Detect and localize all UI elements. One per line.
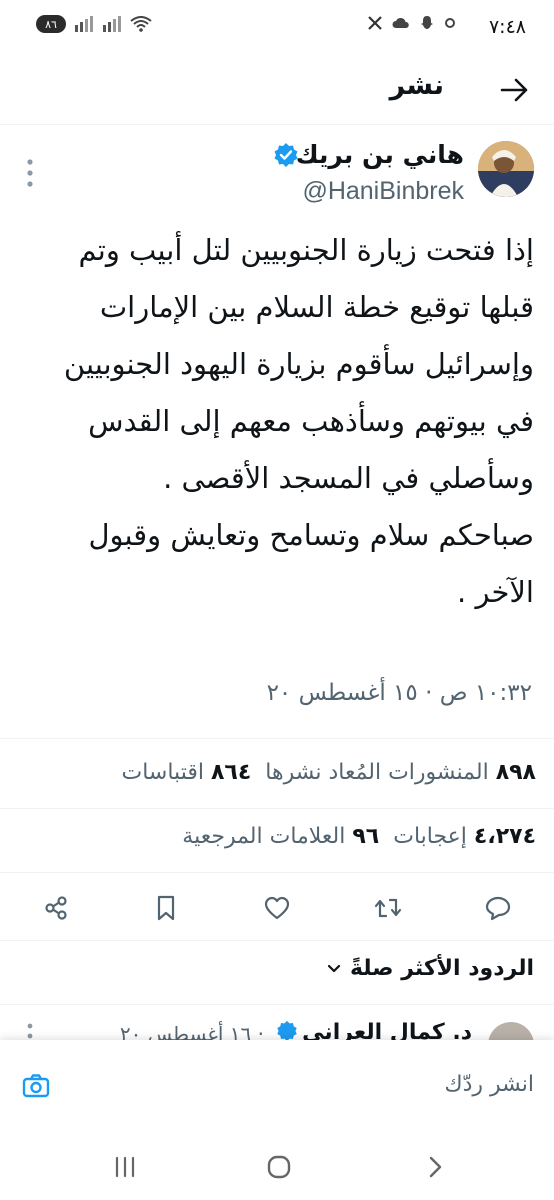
bookmarks-label: العلامات المرجعية	[182, 824, 346, 849]
recent-apps-button[interactable]	[108, 1150, 142, 1184]
reply-sort-label: الردود الأكثر صلةً	[349, 956, 534, 981]
tweet-actions	[0, 886, 554, 930]
tweet-line: في بيوتهم وسأذهب معهم إلى القدس	[88, 404, 534, 438]
back-chevron-icon	[429, 1156, 442, 1178]
like-button[interactable]	[255, 886, 299, 930]
author-avatar[interactable]	[478, 141, 534, 197]
quotes-stat[interactable]: ٨٦٤ اقتباسات	[122, 760, 252, 785]
likes-stat[interactable]: ٤،٢٧٤ إعجابات	[393, 824, 536, 849]
home-icon	[267, 1155, 291, 1179]
status-system-icons: ٨٦	[36, 15, 152, 33]
reply-input[interactable]: انشر ردّك	[444, 1072, 534, 1097]
camera-icon[interactable]	[20, 1070, 52, 1102]
divider	[0, 738, 554, 739]
author-name[interactable]: هاني بن بريك	[296, 140, 464, 169]
battery-icon: ٨٦	[36, 15, 66, 33]
likes-count: ٤،٢٧٤	[473, 824, 536, 849]
tweet-line: وإسرائيل سأقوم بزيارة اليهود الجنوبيين	[63, 347, 534, 381]
status-notification-icons	[367, 15, 456, 31]
bookmarks-count: ٩٦	[352, 824, 380, 849]
bookmark-button[interactable]	[144, 886, 188, 930]
reply-author-name[interactable]: د. كمال العراني	[302, 1020, 472, 1040]
more-options-icon[interactable]	[26, 1022, 34, 1040]
quotes-count: ٨٦٤	[210, 760, 252, 785]
divider	[0, 808, 554, 809]
ring-icon	[445, 18, 455, 28]
tweet-line: الآخر .	[457, 575, 534, 609]
tweet-line: صباحكم سلام وتسامح وتعايش وقبول	[88, 518, 534, 552]
share-button[interactable]	[34, 886, 78, 930]
reposts-label: المنشورات المُعاد نشرها	[265, 760, 489, 785]
avatar-image	[478, 141, 534, 197]
stats-row-shares: ٨٩٨ المنشورات المُعاد نشرها ٨٦٤ اقتباسات	[122, 760, 537, 785]
status-time: ٧:٤٨	[488, 16, 526, 38]
verified-badge-icon	[277, 1020, 297, 1040]
reply-button[interactable]	[476, 886, 520, 930]
more-options-icon[interactable]	[26, 158, 34, 188]
repost-button[interactable]	[366, 886, 410, 930]
heart-icon	[264, 896, 290, 920]
system-nav-bar	[0, 1132, 554, 1200]
reply-item[interactable]: د. كمال العراني · ١٦ أغسطس ٢٠	[0, 1012, 554, 1040]
tweet-line: إذا فتحت زيارة الجنوبيين لتل أبيب وتم	[78, 233, 534, 267]
back-arrow-icon[interactable]	[496, 72, 532, 108]
reply-icon	[485, 896, 511, 921]
cloud-icon	[392, 17, 409, 29]
tweet-line: قبلها توقيع خطة السلام بين الإمارات	[99, 290, 534, 324]
verified-badge-icon	[274, 143, 298, 167]
home-button[interactable]	[262, 1150, 296, 1184]
reply-meta: · ١٦ أغسطس ٢٠	[119, 1022, 264, 1040]
chevron-down-icon	[327, 964, 341, 972]
share-icon	[45, 896, 67, 920]
reposts-count: ٨٩٨	[495, 760, 536, 785]
divider	[0, 1004, 554, 1005]
repost-icon	[374, 898, 402, 918]
signal-secondary-icon	[103, 16, 121, 32]
reply-composer: انشر ردّك	[0, 1040, 554, 1132]
bookmarks-stat[interactable]: ٩٦ العلامات المرجعية	[182, 824, 379, 849]
x-logo-icon	[368, 16, 382, 30]
signal-icon	[75, 16, 93, 32]
reply-sort-dropdown[interactable]: الردود الأكثر صلةً	[326, 956, 534, 981]
status-bar: ٧:٤٨ ٨٦	[0, 0, 554, 58]
wifi-icon	[130, 16, 152, 32]
page-title: نشر	[389, 70, 444, 101]
author-handle[interactable]: @HaniBinbrek	[302, 177, 464, 206]
reply-avatar[interactable]	[488, 1022, 534, 1040]
bookmark-icon	[157, 895, 175, 921]
tweet-text: إذا فتحت زيارة الجنوبيين لتل أبيب وتم قب…	[24, 222, 534, 621]
divider	[0, 872, 554, 873]
stats-row-engagement: ٤،٢٧٤ إعجابات ٩٦ العلامات المرجعية	[182, 824, 536, 849]
divider	[0, 940, 554, 941]
snapchat-icon	[421, 16, 433, 29]
recent-apps-icon	[115, 1156, 135, 1178]
quotes-label: اقتباسات	[121, 760, 204, 785]
top-bar: نشر	[0, 58, 554, 125]
tweet-timestamp[interactable]: ١٠:٣٢ ص · ١٥ أغسطس ٢٠	[267, 680, 532, 706]
back-button[interactable]	[418, 1150, 452, 1184]
likes-label: إعجابات	[393, 824, 467, 849]
tweet-line: وسأصلي في المسجد الأقصى .	[163, 461, 534, 495]
reposts-stat[interactable]: ٨٩٨ المنشورات المُعاد نشرها	[265, 760, 536, 785]
